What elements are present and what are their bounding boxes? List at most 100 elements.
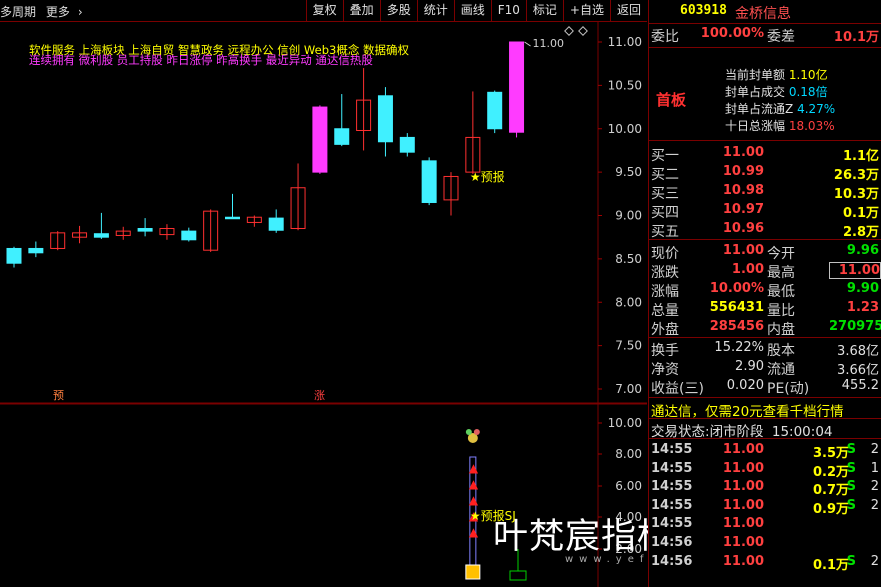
fund-value: 455.2 — [841, 378, 879, 393]
stat-label: 量比 — [767, 303, 795, 319]
bid-label: 买一 — [651, 148, 679, 164]
price-axis-label: 9.50 — [615, 165, 642, 179]
stock-code: 603918 — [680, 3, 727, 18]
stat-value: 270975 — [829, 319, 881, 334]
weibi-value: 100.00% — [700, 26, 764, 41]
tick-row: 14:55 11.00 0.7万 S 2 — [649, 479, 881, 498]
arrow-up-icon: ▲ — [469, 493, 479, 507]
diamond-icon — [564, 26, 574, 36]
fund-label: 净资 — [651, 362, 679, 378]
fund-label: 股本 — [767, 343, 795, 359]
stat-value: 11.00 — [829, 262, 881, 279]
candle-body — [93, 233, 109, 238]
stock-header: 603918 金桥信息 — [649, 3, 881, 22]
toolbar-button-1[interactable]: 叠加 — [342, 0, 380, 21]
fund-value: 15.22% — [714, 340, 764, 355]
trade-status: 交易状态:闭市阶段 15:00:04 — [651, 420, 833, 440]
stat-value: 9.96 — [846, 243, 879, 258]
bid-volume: 1.1亿 — [842, 149, 879, 164]
weibi-label: 委比 — [651, 29, 679, 45]
toolbar-left: 多周期 更多 › — [0, 3, 95, 20]
stat-value: 10.00% — [709, 281, 764, 296]
marker-zhang: 涨 — [314, 389, 325, 402]
bid-volume: 10.3万 — [833, 187, 879, 202]
tick-row: 14:55 11.00 0.9万 S 2 — [649, 497, 881, 517]
tick-count: 1 — [870, 460, 879, 476]
stat-value: 11.00 — [722, 243, 764, 258]
stat-label: 涨跌 — [651, 265, 679, 281]
stock-name: 金桥信息 — [735, 6, 791, 22]
bid-volume: 2.8万 — [842, 225, 879, 240]
stat-row: 现价 11.00 今开 9.96 — [649, 243, 881, 262]
ten-day-value: 18.03% — [788, 119, 835, 133]
toolbar-button-3[interactable]: 统计 — [416, 0, 454, 21]
tick-price: 11.00 — [722, 553, 764, 569]
fund-value: 2.90 — [735, 359, 764, 374]
weicha-label: 委差 — [767, 29, 795, 45]
chart-toolbar: 多周期 更多 › 复权 叠加 多股 统计 画线 F10 标记 +自选 返回 — [0, 0, 647, 22]
bid-price: 11.00 — [722, 145, 764, 160]
bid-row: 买一 11.00 1.1亿 — [649, 145, 881, 164]
bid-row: 买五 10.96 2.8万 — [649, 221, 881, 240]
bid-price: 10.98 — [722, 183, 764, 198]
toolbar-button-4[interactable]: 画线 — [453, 0, 491, 21]
tick-row: 14:55 11.00 0.2万 S 1 — [649, 460, 881, 480]
tick-count: 2 — [870, 479, 879, 495]
toolbar-button-7[interactable]: +自选 — [562, 0, 610, 21]
kline-chart[interactable]: 11.00 10.50 10.00 9.50 9.00 8.50 8.00 7.50 7.00 1… — [0, 22, 647, 587]
more-menu[interactable]: 更多 › — [46, 5, 89, 19]
promo-text[interactable]: 通达信，仅需20元查看千档行情 — [651, 400, 844, 420]
price-axis-label: 10.50 — [608, 78, 642, 92]
seal-amount-value: 1.10亿 — [788, 68, 828, 82]
tick-count: 2 — [870, 442, 879, 457]
fund-row: 收益(三) 0.020 PE(动) 455.2 — [649, 378, 881, 397]
tick-volume: 0.9万 — [812, 501, 849, 517]
marker-yu: 预 — [53, 389, 64, 402]
toolbar-button-8[interactable]: 返回 — [609, 0, 647, 21]
stat-value: 285456 — [709, 319, 764, 334]
candle-body — [377, 95, 393, 143]
ten-day-label: 十日总涨幅 — [725, 119, 786, 133]
price-axis-label: 10.00 — [608, 122, 642, 136]
fund-value: 0.020 — [726, 378, 764, 393]
volume-box — [509, 570, 527, 581]
seal-amount-label: 当前封单额 — [725, 68, 786, 82]
arrow-up-icon: ▲ — [469, 477, 479, 491]
tick-row: 14:55 11.00 — [649, 516, 881, 534]
stat-label: 外盘 — [651, 322, 679, 338]
tick-volume: 0.1万 — [812, 557, 849, 573]
fund-label: 流通 — [767, 362, 795, 378]
cluster-icon — [473, 429, 480, 435]
stat-label: 涨幅 — [651, 284, 679, 300]
period-selector[interactable]: 多周期 — [0, 5, 36, 19]
toolbar-button-2[interactable]: 多股 — [379, 0, 417, 21]
tick-price: 11.00 — [722, 442, 764, 457]
toolbar-button-0[interactable]: 复权 — [305, 0, 343, 21]
price-axis-label: 7.50 — [615, 339, 642, 353]
tick-volume: 0.2万 — [812, 464, 849, 480]
bid-label: 买二 — [651, 167, 679, 183]
stat-value: 1.00 — [731, 262, 764, 277]
tick-price: 11.00 — [722, 516, 764, 532]
bid-row: 买三 10.98 10.3万 — [649, 183, 881, 202]
toolbar-button-6[interactable]: 标记 — [525, 0, 563, 21]
bid-row: 买四 10.97 0.1万 — [649, 202, 881, 221]
candle-body — [399, 136, 415, 153]
stat-label: 最高 — [767, 265, 795, 281]
high-marker-line — [524, 41, 531, 47]
tick-time: 14:55 — [651, 460, 693, 476]
tick-side: S — [846, 553, 856, 569]
candle-body — [268, 217, 284, 231]
candle-body — [181, 230, 197, 241]
tick-count: 2 — [870, 553, 879, 569]
tick-price: 11.00 — [722, 460, 764, 476]
tick-count: 2 — [870, 497, 879, 513]
high-marker-label: 11.00 — [533, 37, 565, 50]
stat-row: 外盘 285456 内盘 270975 — [649, 319, 881, 338]
bid-label: 买五 — [651, 224, 679, 240]
seal-float-value: 4.27% — [797, 102, 836, 116]
candle-body — [421, 160, 437, 203]
toolbar-button-5[interactable]: F10 — [490, 0, 526, 21]
money-bag-icon — [465, 564, 481, 580]
bid-price: 10.99 — [722, 164, 764, 179]
